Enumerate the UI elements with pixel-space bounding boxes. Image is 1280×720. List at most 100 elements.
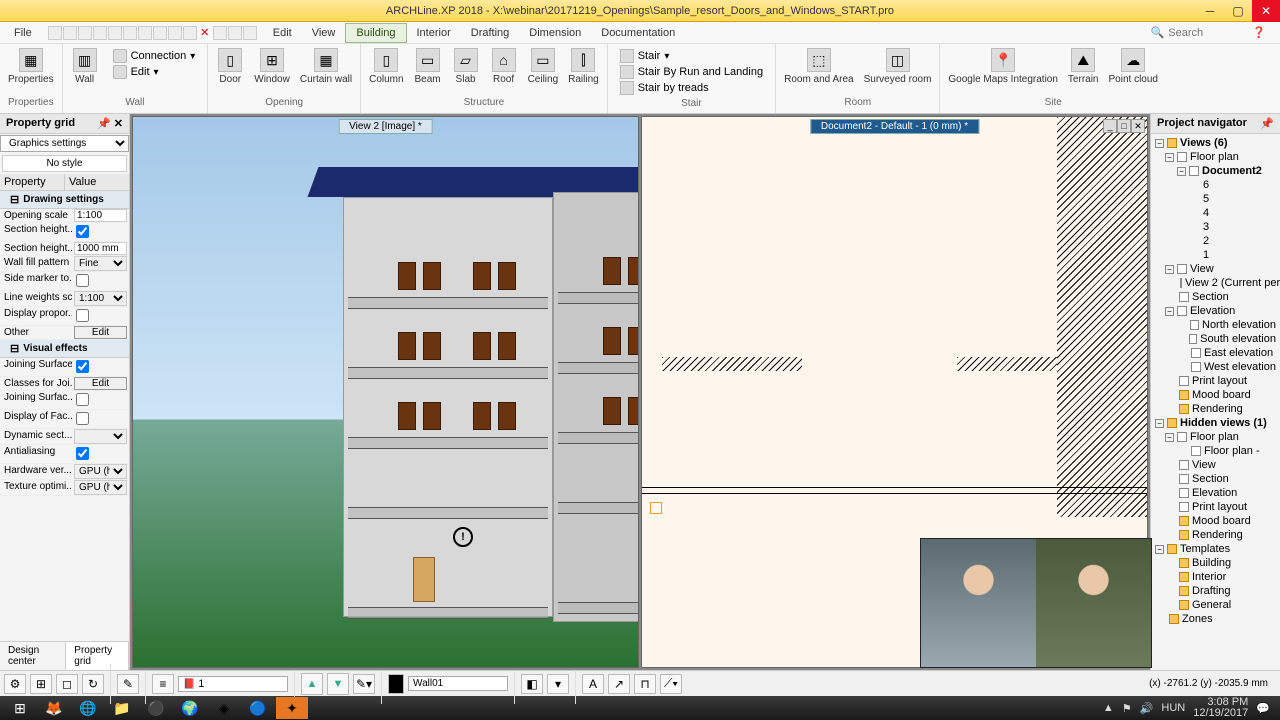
menu-interior[interactable]: Interior: [407, 24, 461, 42]
tree-item[interactable]: Print layout: [1153, 374, 1278, 388]
archline-icon[interactable]: ✦: [276, 697, 308, 719]
tab-property-grid[interactable]: Property grid: [66, 642, 129, 670]
room-area-button[interactable]: ⬚Room and Area: [780, 46, 858, 87]
point-cloud-button[interactable]: ☁Point cloud: [1105, 46, 1162, 87]
tree-item[interactable]: 6: [1153, 178, 1278, 192]
prop-value[interactable]: GPU (ha: [72, 480, 129, 495]
pin-icon[interactable]: 📌 ✕: [97, 117, 123, 130]
tree-item[interactable]: South elevation: [1153, 332, 1278, 346]
stair-button[interactable]: Stair ▾: [616, 48, 767, 64]
gmaps-button[interactable]: 📍Google Maps Integration: [944, 46, 1062, 87]
tree-item[interactable]: Drafting: [1153, 584, 1278, 598]
dim-icon[interactable]: ↗: [608, 674, 630, 694]
refresh-icon[interactable]: ↻: [82, 674, 104, 694]
prop-value[interactable]: [72, 445, 129, 463]
tree-item[interactable]: 2: [1153, 234, 1278, 248]
roof-button[interactable]: ⌂Roof: [486, 46, 522, 87]
minimize-button[interactable]: ─: [1196, 0, 1224, 22]
prop-value[interactable]: [72, 307, 129, 325]
tree-item[interactable]: −Elevation: [1153, 304, 1278, 318]
search-input[interactable]: [1168, 27, 1248, 39]
tab-design-center[interactable]: Design center: [0, 642, 66, 670]
qat-icon[interactable]: [78, 26, 92, 40]
tree-item[interactable]: View: [1153, 458, 1278, 472]
prop-value[interactable]: [72, 209, 129, 222]
tree-item[interactable]: Rendering: [1153, 402, 1278, 416]
column-button[interactable]: ▯Column: [365, 46, 407, 87]
notification-icon[interactable]: 💬: [1256, 702, 1270, 715]
edit-floor-icon[interactable]: ✎▾: [353, 674, 375, 694]
qat-icon[interactable]: [108, 26, 122, 40]
grid-icon[interactable]: ⊞: [30, 674, 52, 694]
delete-icon[interactable]: ✕: [198, 26, 212, 40]
firefox-icon[interactable]: 🦊: [38, 697, 70, 719]
eraser-icon[interactable]: ◧: [521, 674, 543, 694]
floor-up-button[interactable]: ▲: [301, 673, 323, 695]
curtain-wall-button[interactable]: ▦Curtain wall: [296, 46, 356, 87]
stair-run-button[interactable]: Stair By Run and Landing: [616, 64, 767, 80]
start-button[interactable]: ⊞: [4, 697, 36, 719]
tree-item[interactable]: Print layout: [1153, 500, 1278, 514]
menu-documentation[interactable]: Documentation: [591, 24, 685, 42]
prop-value[interactable]: [72, 410, 129, 428]
dropdown-icon[interactable]: ▾: [547, 674, 569, 694]
snap-icon[interactable]: ◻: [56, 674, 78, 694]
window-button[interactable]: ⊞Window: [250, 46, 294, 87]
properties-button[interactable]: ▦Properties: [4, 46, 58, 87]
tree-item[interactable]: −Templates: [1153, 542, 1278, 556]
prop-value[interactable]: Edit: [72, 326, 129, 339]
floor-down-button[interactable]: ▼: [327, 673, 349, 695]
tree-item[interactable]: −Views (6): [1153, 136, 1278, 150]
project-tree[interactable]: −Views (6)−Floor plan−Document2654321−Vi…: [1151, 134, 1280, 654]
text-icon[interactable]: A: [582, 674, 604, 694]
qat-icon[interactable]: [138, 26, 152, 40]
tree-item[interactable]: Building: [1153, 556, 1278, 570]
prop-value[interactable]: [72, 242, 129, 255]
qat-icon[interactable]: [183, 26, 197, 40]
wall-combo[interactable]: Wall01: [408, 676, 508, 691]
menu-view[interactable]: View: [302, 24, 346, 42]
slab-button[interactable]: ▱Slab: [448, 46, 484, 87]
prop-value[interactable]: Fine: [72, 256, 129, 271]
tree-item[interactable]: East elevation: [1153, 346, 1278, 360]
tree-item[interactable]: General: [1153, 598, 1278, 612]
menu-building[interactable]: Building: [345, 23, 406, 43]
tray-up-icon[interactable]: ▲: [1103, 702, 1114, 714]
prop-section[interactable]: ⊟ Visual effects: [0, 340, 129, 358]
tree-item[interactable]: −Hidden views (1): [1153, 416, 1278, 430]
tree-item[interactable]: −View: [1153, 262, 1278, 276]
menu-dimension[interactable]: Dimension: [519, 24, 591, 42]
app-icon[interactable]: 🔵: [242, 697, 274, 719]
graphics-settings-combo[interactable]: Graphics settings: [0, 135, 129, 152]
tree-item[interactable]: Mood board: [1153, 388, 1278, 402]
prop-section[interactable]: ⊟ Drawing settings: [0, 191, 129, 209]
beam-button[interactable]: ▭Beam: [410, 46, 446, 87]
tree-item[interactable]: −Floor plan: [1153, 150, 1278, 164]
vp-min-icon[interactable]: _: [1103, 119, 1117, 133]
viewport-3d[interactable]: View 2 [Image] *: [132, 116, 639, 668]
prop-value[interactable]: [72, 391, 129, 409]
menu-edit[interactable]: Edit: [263, 24, 302, 42]
settings-icon[interactable]: ⚙: [4, 674, 26, 694]
prop-value[interactable]: 1:100: [72, 291, 129, 306]
surveyed-room-button[interactable]: ◫Surveyed room: [860, 46, 936, 87]
layer-combo[interactable]: 📕 1: [178, 676, 288, 692]
prop-value[interactable]: [72, 272, 129, 290]
railing-button[interactable]: ⫿Railing: [564, 46, 603, 87]
color-swatch[interactable]: [388, 674, 404, 694]
prop-value[interactable]: [72, 223, 129, 241]
tree-item[interactable]: Rendering: [1153, 528, 1278, 542]
menu-file[interactable]: File: [4, 24, 42, 42]
qat-icon[interactable]: [213, 26, 227, 40]
qat-icon[interactable]: [93, 26, 107, 40]
marker-icon[interactable]: ⊓: [634, 674, 656, 694]
tree-item[interactable]: North elevation: [1153, 318, 1278, 332]
qat-icon[interactable]: [228, 26, 242, 40]
tray-volume-icon[interactable]: 🔊: [1140, 702, 1154, 715]
layer-icon[interactable]: ≡: [152, 674, 174, 694]
qat-icon[interactable]: [168, 26, 182, 40]
tree-item[interactable]: Mood board: [1153, 514, 1278, 528]
tool-icon[interactable]: ✎: [117, 674, 139, 694]
style-button[interactable]: No style: [2, 155, 127, 172]
tree-item[interactable]: Floor plan -: [1153, 444, 1278, 458]
